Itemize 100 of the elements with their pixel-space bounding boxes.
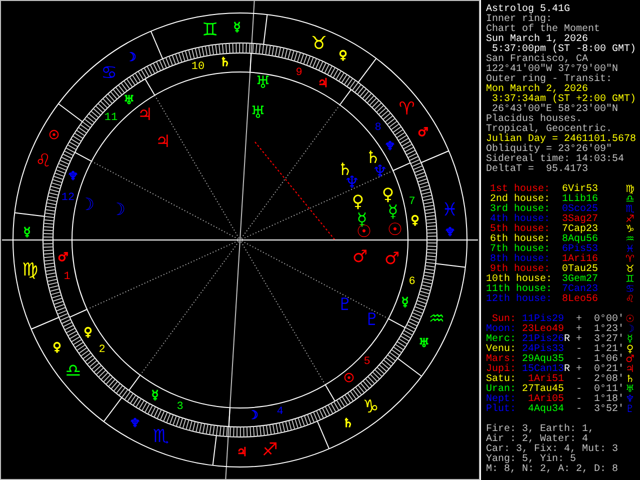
house-position: 1Ari16 (562, 255, 600, 265)
planet-name: Venu: (486, 345, 516, 355)
planet-glyph: ♂ (626, 355, 634, 365)
zodiac-sign-glyph: ♎ (65, 360, 82, 382)
planet-glyph: ☿ (151, 388, 159, 402)
zodiac-sign-glyph: ♊ (626, 275, 634, 285)
planet-glyph: ♀ (352, 192, 364, 212)
house-position: 8Leo56 (562, 295, 600, 305)
retrograde-mark: R (564, 365, 570, 375)
house-number: 12 (61, 192, 75, 204)
offset-sign: - (576, 385, 582, 395)
planet-position: 29Aqu35 (520, 355, 564, 365)
chart-info-text: Sun March 1, 2026 (486, 35, 588, 45)
planet-glyph: ☿ (626, 335, 634, 345)
element-summary-text: Yang: 5, Yin: 5 (486, 455, 576, 465)
zodiac-sign-glyph: ♈ (626, 255, 634, 265)
planet-name: Mars: (486, 355, 516, 365)
planet-glyph: ♃ (137, 105, 153, 125)
planet-glyph: ♀ (338, 48, 348, 62)
planet-offset: 0°00' (592, 315, 624, 325)
planet-glyph: ♇ (364, 310, 380, 330)
planet-glyph: ♀ (626, 345, 634, 355)
planet-glyph: ♃ (236, 445, 248, 459)
planet-glyph: ♆ (130, 416, 140, 430)
zodiac-sign-glyph: ♏ (626, 205, 634, 215)
planet-glyph: ♀ (410, 213, 420, 227)
offset-sign: - (576, 395, 582, 405)
house-label: 4th house: (488, 215, 550, 225)
planet-name: Uran: (486, 385, 516, 395)
house-position: 1Lib16 (562, 195, 600, 205)
planet-name: Merc: (486, 335, 516, 345)
chart-info-text: 5:37:00pm (ST -8:00 GMT) (492, 45, 636, 55)
planet-glyph: ♇ (337, 295, 353, 315)
chart-info-text: Chart of the Moment (486, 25, 600, 35)
planet-position: 23Leo49 (520, 325, 564, 335)
zodiac-sign-glyph: ♒ (626, 235, 634, 245)
house-label: 8th house: (488, 255, 550, 265)
planet-glyph: ♆ (444, 225, 456, 239)
zodiac-sign-glyph: ♐ (626, 215, 634, 225)
chart-info-text: 26°43'00"E 58°23'00"N (492, 105, 618, 115)
planet-glyph: ☿ (401, 295, 409, 309)
planet-glyph: ☉ (626, 315, 634, 325)
planet-name: Plut: (486, 405, 516, 415)
element-summary-text: Car: 3, Fix: 4, Mut: 3 (486, 445, 618, 455)
planet-glyph: ♄ (342, 416, 354, 430)
zodiac-sign-glyph: ♐ (262, 439, 278, 460)
zodiac-sign-glyph: ♋ (626, 285, 634, 295)
planet-position: 24Pis33 (520, 345, 564, 355)
planet-offset: 0°21' (592, 365, 624, 375)
planet-offset: 1°23' (592, 325, 624, 335)
planet-glyph: ♃ (155, 132, 171, 152)
app-title: Astrolog 5.41G (486, 5, 570, 15)
house-label: 12th house: (486, 295, 550, 305)
planet-glyph: ♅ (255, 73, 271, 93)
planet-glyph: ☿ (23, 225, 31, 239)
planet-glyph: ♂ (418, 125, 428, 139)
house-label: 10th house: (486, 275, 550, 285)
planet-offset: 2°08' (592, 375, 624, 385)
zodiac-sign-glyph: ♓ (626, 245, 634, 255)
house-position: 0Tau25 (562, 265, 600, 275)
house-position: 6Pis53 (562, 245, 600, 255)
planet-glyph: ♅ (250, 103, 266, 123)
offset-sign: - (576, 355, 582, 365)
planet-position: 21Pis26 (520, 335, 564, 345)
planet-glyph: ♀ (52, 340, 62, 354)
planet-position: 4Aqu34 (526, 405, 564, 415)
chart-info-text: Placidus houses. (486, 115, 582, 125)
chart-info-text: Outer ring - Transit: (486, 75, 612, 85)
zodiac-sign-glyph: ♑ (362, 396, 379, 418)
house-number: 5 (364, 356, 370, 368)
planet-glyph: ♃ (626, 365, 634, 375)
planet-glyph: ☽ (126, 50, 136, 64)
planet-glyph: ♆ (626, 395, 634, 405)
chart-info-text: DeltaT = 95.4173 (486, 165, 588, 175)
house-position: 7Can23 (562, 285, 600, 295)
chart-info-text: San Francisco, CA (486, 55, 588, 65)
planet-glyph: ♆ (384, 139, 396, 153)
house-number: 3 (176, 401, 184, 413)
planet-glyph: ☽ (110, 200, 126, 220)
planet-name: Sun: (492, 315, 516, 325)
chart-info-text: Sidereal time: 14:03:54 (486, 155, 624, 165)
zodiac-sign-glyph: ♊ (202, 20, 218, 41)
planet-position: 11Pis29 (520, 315, 564, 325)
planet-name: Nept: (486, 395, 516, 405)
zodiac-sign-glyph: ♉ (310, 32, 328, 54)
house-label: 7th house: (488, 245, 550, 255)
zodiac-sign-glyph: ♍ (626, 185, 634, 195)
planet-glyph: ♅ (626, 385, 634, 395)
planet-glyph: ☽ (248, 408, 258, 422)
planet-position: 1Ari51 (528, 375, 564, 385)
planet-glyph: ☽ (626, 325, 634, 335)
planet-glyph: ☉ (387, 220, 403, 240)
house-label: 9th house: (490, 265, 550, 275)
house-position: 8Aqu56 (562, 235, 600, 245)
house-number: 2 (98, 344, 106, 356)
offset-sign: - (576, 405, 582, 415)
planet-offset: 3°52' (592, 405, 624, 415)
house-position: 0Sco25 (562, 205, 600, 215)
planet-glyph: ♂ (384, 249, 400, 269)
planet-position: 1Ari05 (526, 395, 564, 405)
